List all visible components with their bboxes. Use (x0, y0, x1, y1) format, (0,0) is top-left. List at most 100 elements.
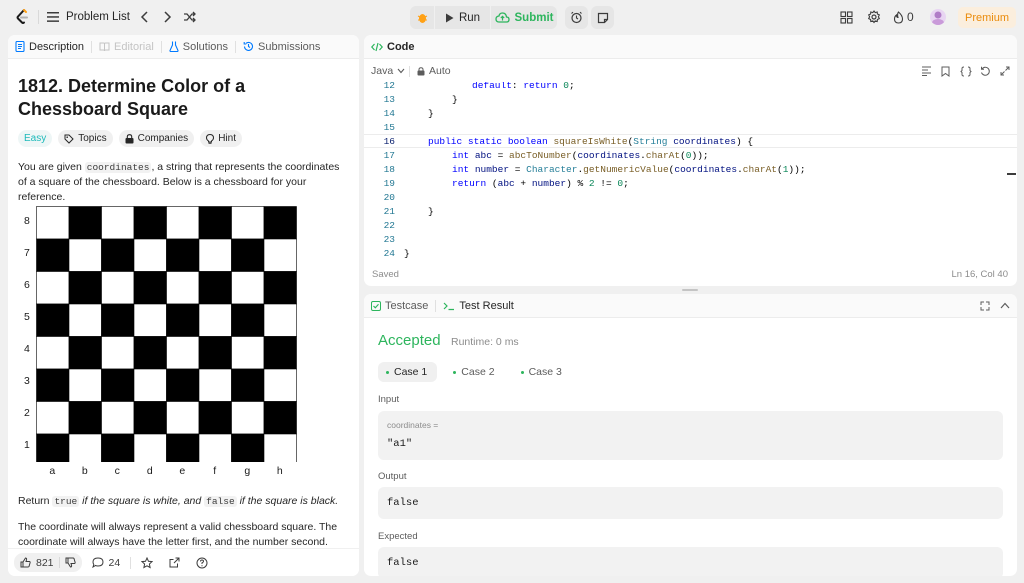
shuffle-icon (184, 11, 196, 23)
description-footer: 821 24 (8, 548, 359, 576)
board-square (198, 336, 232, 370)
comments-button[interactable]: 24 (86, 557, 127, 569)
help-button[interactable] (190, 557, 214, 569)
line-number: 22 (383, 219, 395, 231)
line-number: 19 (383, 177, 395, 189)
question-circle-icon (196, 557, 208, 568)
problem-list-button[interactable]: Problem List (46, 8, 130, 26)
run-label: Run (458, 11, 481, 24)
tab-solutions[interactable]: Solutions (162, 35, 235, 59)
board-square (133, 303, 167, 337)
board-square (263, 336, 297, 370)
avatar[interactable] (930, 9, 946, 25)
code-editor[interactable]: 12 default: return 0; 13 } 14 } 15 16 pu… (364, 82, 1017, 260)
code-line-20: 20 (364, 190, 1017, 204)
tab-test-result-label: Test Result (459, 299, 514, 312)
debug-button[interactable] (410, 6, 434, 29)
board-square (198, 206, 232, 240)
like-count: 821 (36, 556, 54, 569)
pass-dot (520, 370, 524, 374)
case-tab-3[interactable]: Case 3 (513, 362, 572, 382)
pass-dot (453, 370, 457, 374)
code-line-12: 12 default: return 0; (364, 82, 1017, 92)
maximize-icon[interactable] (980, 301, 990, 311)
chessboard-image (36, 206, 297, 462)
code-line-14: 14 } (364, 106, 1017, 120)
tag-icon (64, 134, 74, 144)
chevron-left-icon (140, 11, 148, 23)
expected-box: false (378, 547, 1003, 576)
board-square (231, 303, 265, 337)
run-button[interactable]: Run (435, 6, 490, 29)
code-text: int number = Character.getNumericValue(c… (452, 163, 806, 175)
language-select[interactable]: Java (371, 65, 405, 77)
book-icon (99, 42, 110, 51)
settings-button[interactable] (866, 9, 882, 25)
shuffle-button[interactable] (182, 9, 198, 25)
companies-chip[interactable]: Companies (118, 130, 195, 147)
hint-chip[interactable]: Hint (200, 130, 242, 147)
board-square (36, 303, 70, 337)
tab-code[interactable]: Code (364, 35, 422, 59)
problem-title[interactable]: 1812. Determine Color of a Chessboard Sq… (18, 75, 348, 121)
code-line-19: 19 return (abc + number) % 2 != 0; (364, 176, 1017, 190)
submit-button[interactable]: Submit (491, 6, 557, 29)
resize-handle[interactable] (682, 289, 698, 291)
bookmark-icon[interactable] (941, 66, 950, 77)
tab-testcase[interactable]: Testcase (364, 294, 435, 318)
verdict-status: Accepted (378, 332, 441, 349)
board-square (36, 401, 70, 435)
tab-description[interactable]: Description (8, 35, 91, 59)
code-text: default: return 0; (472, 82, 575, 91)
next-problem-button[interactable] (160, 9, 174, 25)
leetcode-logo-icon[interactable] (14, 8, 32, 26)
board-square (263, 368, 297, 402)
topics-chip[interactable]: Topics (58, 130, 113, 147)
streak-counter[interactable]: 0 (893, 9, 914, 25)
share-button[interactable] (163, 557, 186, 568)
checkbox-icon (371, 300, 381, 311)
thumbs-up-icon[interactable] (20, 557, 31, 568)
layout-button[interactable] (838, 9, 854, 25)
terminal-icon (443, 302, 455, 310)
format-lines-icon[interactable] (921, 66, 932, 76)
board-square (68, 368, 102, 402)
favorite-button[interactable] (135, 556, 159, 569)
board-square (166, 303, 200, 337)
expand-icon[interactable] (1000, 66, 1010, 76)
prev-problem-button[interactable] (138, 9, 152, 25)
board-square (101, 368, 135, 402)
description-paragraph-1: You are given coordinates, a string that… (18, 160, 348, 205)
play-icon (445, 13, 454, 22)
notes-button[interactable] (591, 6, 614, 29)
case-tab-1[interactable]: Case 1 (378, 362, 438, 382)
board-square (166, 336, 200, 370)
tab-submissions[interactable]: Submissions (236, 35, 327, 59)
chevron-up-icon[interactable] (1000, 302, 1010, 309)
pass-dot (386, 370, 389, 374)
case-tab-label: Case 2 (461, 366, 495, 378)
premium-button[interactable]: Premium (958, 7, 1016, 28)
tab-editorial[interactable]: Editorial (92, 35, 161, 59)
thumbs-down-icon[interactable] (65, 557, 76, 568)
tab-description-label: Description (29, 40, 85, 53)
history-icon (243, 41, 254, 51)
curly-braces-icon[interactable] (960, 66, 972, 77)
line-number: 14 (383, 107, 395, 119)
p2-text-c: if the square is black. (236, 495, 339, 507)
timer-button[interactable] (565, 6, 588, 29)
line-number: 13 (383, 93, 395, 105)
case-tab-2[interactable]: Case 2 (445, 362, 504, 382)
board-square (36, 238, 70, 272)
reset-icon[interactable] (980, 66, 991, 77)
share-icon (169, 557, 180, 568)
companies-label: Companies (137, 133, 189, 144)
divider (130, 556, 132, 569)
board-square (231, 206, 265, 240)
comment-count: 24 (108, 556, 121, 569)
rank-label: 7 (24, 247, 30, 259)
board-square (198, 303, 232, 337)
line-number: 12 (383, 82, 395, 91)
tab-test-result[interactable]: Test Result (436, 294, 520, 318)
auto-mode-toggle[interactable]: Auto (417, 65, 451, 77)
